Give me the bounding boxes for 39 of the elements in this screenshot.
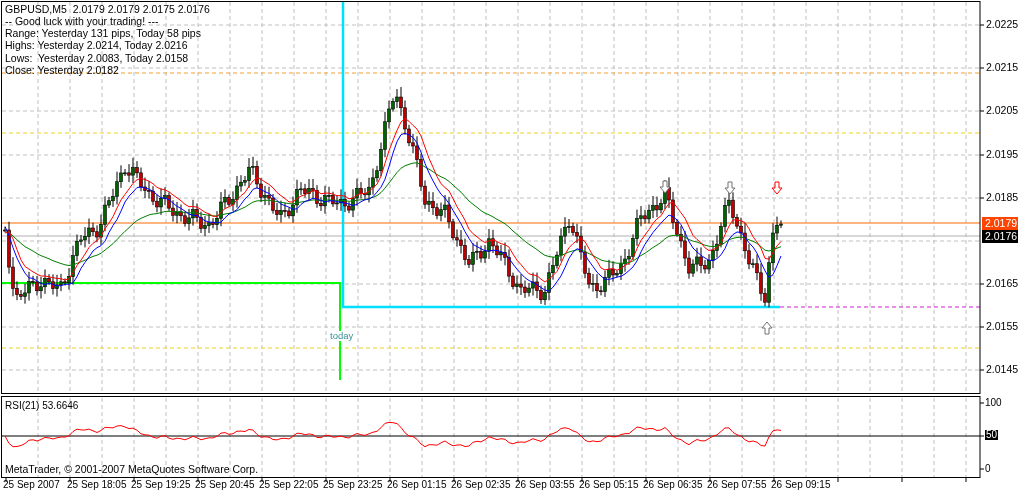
price-tick-label: 2.0165 — [986, 278, 1018, 289]
time-tick-label: 25 Sep 18:05 — [67, 480, 127, 490]
down-arrow-icon — [724, 181, 736, 195]
rsi-tick-label: 100 — [985, 398, 1002, 408]
info-text: Lows: Yesterday 2.0083, Today 2.0158 — [5, 52, 189, 64]
price-tick-label: 2.0195 — [986, 149, 1018, 160]
down-arrow-icon — [771, 181, 783, 195]
price-tick-label: 2.0215 — [986, 62, 1018, 73]
info-text: Highs: Yesterday 2.0214, Today 2.0216 — [5, 40, 188, 51]
price-tick-label: 2.0225 — [986, 19, 1018, 30]
price-tick-label: 2.0205 — [986, 105, 1018, 116]
time-tick-label: 26 Sep 01:15 — [387, 480, 447, 490]
time-tick-label: 26 Sep 03:55 — [515, 480, 575, 490]
price-tick-label: 2.0155 — [986, 321, 1018, 332]
price-tick-label: 2.0185 — [986, 192, 1018, 203]
time-tick-label: 25 Sep 2007 — [3, 480, 60, 490]
rsi-tick-label: 0 — [985, 464, 991, 474]
time-tick-label: 26 Sep 05:15 — [579, 480, 639, 490]
time-tick-label: 26 Sep 02:35 — [451, 480, 511, 490]
bid-price-label: 2.0179 — [982, 217, 1018, 230]
time-tick-label: 25 Sep 23:25 — [323, 480, 383, 490]
info-text: Range: Yesterday 131 pips, Today 58 pips — [5, 28, 201, 39]
price-tick-label: 2.0145 — [986, 364, 1018, 375]
info-text: Close: Yesterday 2.0182 — [5, 64, 119, 76]
current-price-label: 2.0176 — [982, 230, 1018, 243]
today-label: today — [330, 331, 354, 341]
time-tick-label: 26 Sep 07:55 — [707, 480, 767, 490]
time-tick-label: 25 Sep 22:05 — [259, 480, 319, 490]
info-text: -- Good luck with your trading! --- — [5, 16, 159, 27]
rsi-title: RSI(21) 53.6646 — [5, 401, 79, 411]
down-arrow-icon — [659, 180, 671, 194]
time-tick-label: 26 Sep 09:15 — [771, 480, 831, 490]
rsi-tick-label: 50 — [985, 430, 999, 440]
copyright-text: MetaTrader, © 2001-2007 MetaQuotes Software Corp. — [5, 464, 259, 475]
time-tick-label: 25 Sep 19:25 — [131, 480, 191, 490]
time-tick-label: 26 Sep 06:35 — [643, 480, 703, 490]
time-tick-label: 25 Sep 20:45 — [195, 480, 255, 490]
symbol-info: GBPUSD,M5 2.0179 2.0179 2.0175 2.0176 — [5, 4, 210, 15]
up-arrow-icon — [761, 321, 773, 335]
